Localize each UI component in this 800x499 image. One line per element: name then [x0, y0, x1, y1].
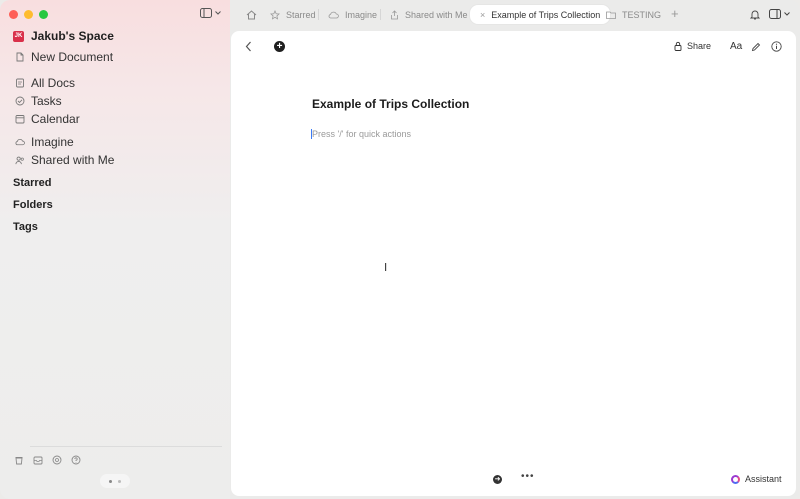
tab-separator [380, 9, 381, 20]
font-settings-button[interactable]: Aa [730, 41, 742, 52]
assistant-button[interactable]: Assistant [731, 474, 782, 484]
new-document-icon [15, 52, 25, 62]
help-icon[interactable] [71, 455, 81, 465]
star-icon [270, 9, 280, 20]
zoom-window-button[interactable] [39, 10, 48, 19]
sidebar-item-label: Calendar [31, 112, 80, 126]
tab-label: Example of Trips Collection [491, 9, 601, 20]
chevron-left-icon [245, 41, 251, 52]
tab-testing[interactable]: TESTING [606, 5, 661, 24]
settings-icon[interactable] [52, 455, 62, 465]
people-icon [15, 155, 25, 165]
right-panel-toggle[interactable] [769, 9, 790, 19]
close-tab-icon[interactable]: × [480, 10, 485, 20]
share-icon [391, 9, 398, 19]
calendar-icon [15, 114, 25, 124]
tab-bar: Starred Imagine Shared with Me × Example… [230, 0, 800, 30]
sidebar-item-shared-with-me[interactable]: Shared with Me [15, 153, 114, 167]
close-window-button[interactable] [9, 10, 18, 19]
assistant-label: Assistant [745, 474, 782, 484]
lock-icon [674, 41, 682, 51]
run-arrow-button[interactable]: ➜ [493, 475, 502, 484]
sidebar-item-label: All Docs [31, 76, 76, 90]
cloud-icon [328, 11, 339, 18]
check-circle-icon [15, 96, 25, 106]
section-starred[interactable]: Starred [13, 177, 52, 189]
page-dot [118, 479, 121, 483]
page-dot-active [109, 479, 112, 483]
chevron-down-icon [215, 11, 221, 15]
minimize-window-button[interactable] [24, 10, 33, 19]
tab-imagine[interactable]: Imagine [328, 5, 377, 24]
sidebar-item-label: Tasks [31, 94, 62, 108]
more-options-button[interactable]: ••• [521, 471, 535, 482]
tab-label: Starred [286, 9, 316, 20]
document-body-input[interactable] [311, 129, 611, 139]
info-icon[interactable] [771, 41, 782, 55]
back-button[interactable] [245, 41, 252, 55]
new-document-button[interactable]: New Document [15, 50, 113, 64]
sidebar-item-calendar[interactable]: Calendar [15, 112, 80, 126]
notifications-bell-icon[interactable] [749, 9, 761, 23]
tab-label: Imagine [345, 9, 378, 20]
workspace-name: Jakub's Space [31, 29, 114, 43]
text-cursor-icon: I [384, 261, 388, 274]
add-block-button[interactable]: + [274, 41, 285, 52]
window-controls [9, 10, 48, 19]
document-pane: + Share Aa Example of Trips Collection I… [231, 31, 796, 496]
home-icon[interactable] [246, 9, 257, 23]
tab-label: TESTING [622, 9, 662, 20]
new-tab-button[interactable]: + [671, 6, 679, 21]
tab-example-of-trips-collection[interactable]: × Example of Trips Collection [470, 5, 611, 24]
sidebar-page-dots[interactable] [100, 474, 130, 488]
section-folders[interactable]: Folders [13, 199, 53, 211]
workspace-switcher[interactable]: JK Jakub's Space [13, 29, 114, 43]
cloud-icon [15, 137, 25, 147]
sidebar-toggle-button[interactable] [200, 8, 221, 18]
sidebar-item-label: Shared with Me [31, 153, 115, 167]
trash-icon[interactable] [14, 455, 24, 465]
app-window: JK Jakub's Space New Document All Docs T… [0, 0, 800, 499]
sidebar-bottom-toolbar [14, 455, 81, 465]
folder-icon [606, 11, 616, 19]
section-tags[interactable]: Tags [13, 221, 38, 233]
pen-icon[interactable] [751, 41, 761, 55]
new-document-label: New Document [31, 50, 114, 64]
chevron-down-icon [784, 12, 790, 16]
doc-icon [15, 78, 25, 88]
sidebar-divider [30, 446, 222, 447]
sidebar-item-tasks[interactable]: Tasks [15, 94, 62, 108]
document-title[interactable]: Example of Trips Collection [312, 97, 469, 111]
share-button[interactable]: Share [674, 41, 711, 51]
tab-shared-with-me[interactable]: Shared with Me [390, 5, 468, 24]
tab-separator [318, 9, 319, 20]
sidebar-icon [200, 8, 212, 18]
assistant-icon [731, 474, 740, 484]
tab-label: Shared with Me [405, 9, 468, 20]
share-label: Share [687, 41, 712, 51]
sidebar-item-imagine[interactable]: Imagine [15, 135, 74, 149]
sidebar-item-label: Imagine [31, 135, 74, 149]
panel-icon [769, 9, 781, 19]
sidebar: JK Jakub's Space New Document All Docs T… [0, 0, 230, 499]
workspace-logo: JK [13, 30, 24, 42]
sidebar-item-all-docs[interactable]: All Docs [15, 76, 75, 90]
tab-starred[interactable]: Starred [270, 5, 316, 24]
inbox-icon[interactable] [33, 455, 43, 465]
